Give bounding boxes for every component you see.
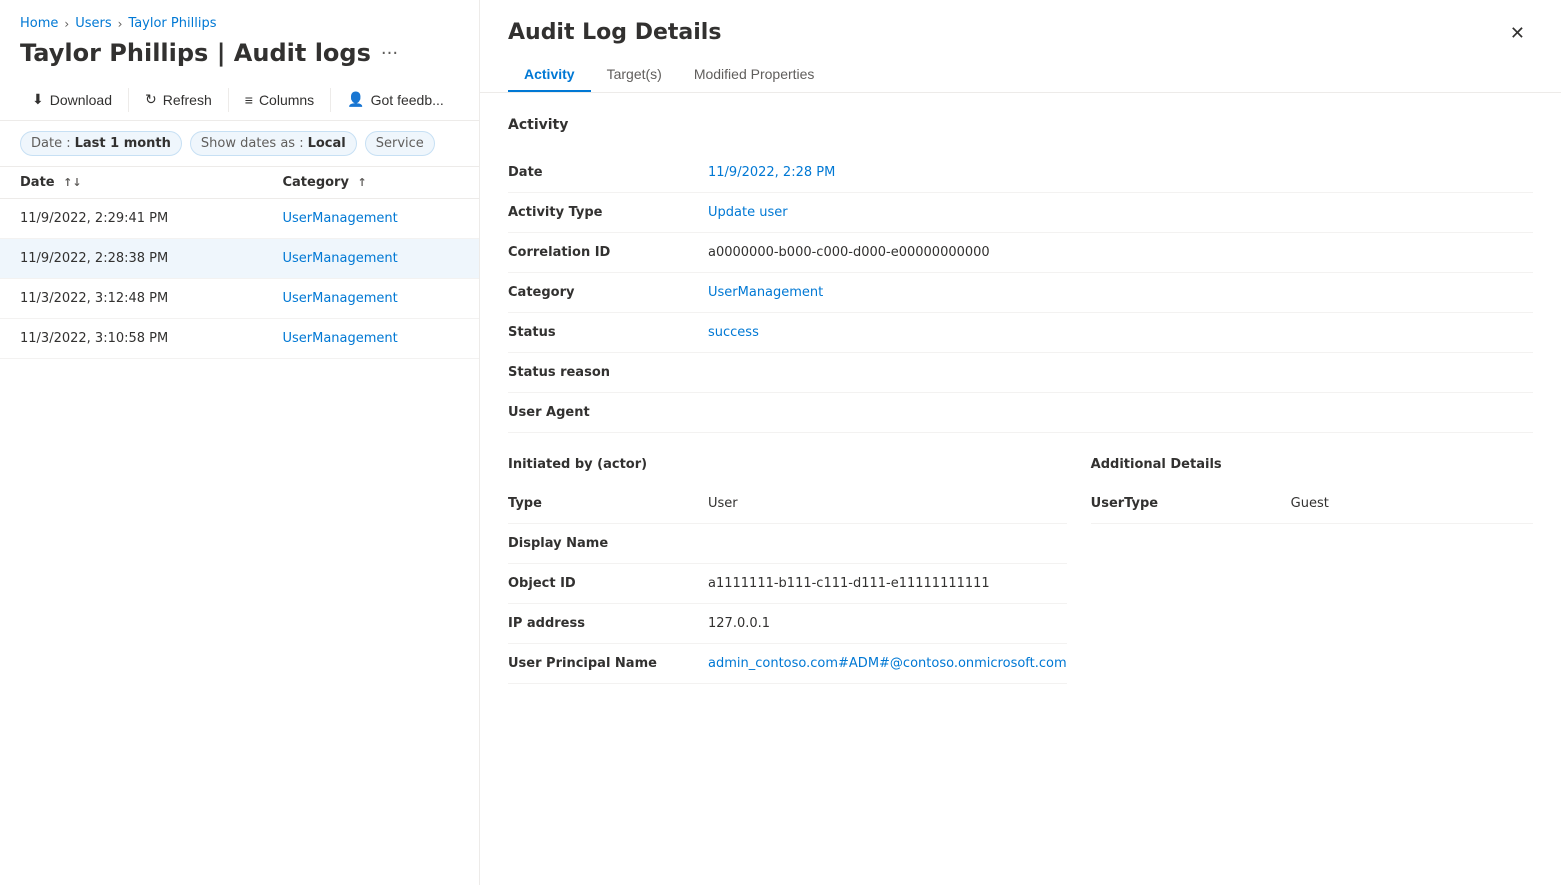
detail-label-user-agent: User Agent	[508, 393, 708, 433]
toolbar-separator-2	[228, 88, 229, 112]
page-more-options[interactable]: ···	[381, 43, 398, 64]
actor-value-upn: admin_contoso.com#ADM#@contoso.onmicroso…	[708, 644, 1067, 684]
date-filter-value: Last 1 month	[75, 136, 171, 151]
activity-detail-grid: Date 11/9/2022, 2:28 PM Activity Type Up…	[508, 153, 1533, 433]
additional-value-usertype: Guest	[1291, 484, 1533, 524]
actor-value-type: User	[708, 484, 1067, 524]
col-date[interactable]: Date ↑↓	[0, 167, 262, 199]
breadcrumb-home[interactable]: Home	[20, 16, 58, 31]
right-panel: Audit Log Details ✕ Activity Target(s) M…	[480, 0, 1561, 885]
service-label: Service	[376, 136, 424, 151]
cell-category: UserManagement	[262, 319, 479, 359]
col-category[interactable]: Category ↑	[262, 167, 479, 199]
download-button[interactable]: ⬇ Download	[20, 85, 124, 114]
detail-value-status: success	[708, 313, 1533, 353]
detail-value-correlation-id: a0000000-b000-c000-d000-e00000000000	[708, 233, 1533, 273]
actor-label-display-name: Display Name	[508, 524, 708, 564]
show-dates-label: Show dates as :	[201, 136, 304, 151]
breadcrumb-user[interactable]: Taylor Phillips	[128, 16, 216, 31]
table-container: Date ↑↓ Category ↑ 11/9/2022, 2:29:41 PM…	[0, 167, 479, 885]
detail-value-status-reason	[708, 353, 1533, 393]
initiated-by-title: Initiated by (actor)	[508, 457, 1067, 472]
close-button[interactable]: ✕	[1502, 20, 1533, 46]
date-filter[interactable]: Date : Last 1 month	[20, 131, 182, 156]
sort-category-icon: ↑	[357, 176, 366, 189]
cell-category: UserManagement	[262, 239, 479, 279]
toolbar: ⬇ Download ↻ Refresh ≡ Columns 👤 Got fee…	[0, 79, 479, 121]
left-panel: Home › Users › Taylor Phillips Taylor Ph…	[0, 0, 480, 885]
tab-targets[interactable]: Target(s)	[591, 58, 678, 92]
actor-label-upn: User Principal Name	[508, 644, 708, 684]
actor-value-display-name	[708, 524, 1067, 564]
columns-button[interactable]: ≡ Columns	[233, 86, 326, 114]
actor-value-ip: 127.0.0.1	[708, 604, 1067, 644]
service-filter[interactable]: Service	[365, 131, 435, 156]
sort-date-icon: ↑↓	[63, 176, 81, 189]
date-filter-label: Date :	[31, 136, 71, 151]
actor-value-object-id: a1111111-b111-c111-d111-e11111111111	[708, 564, 1067, 604]
show-dates-filter[interactable]: Show dates as : Local	[190, 131, 357, 156]
feedback-icon: 👤	[347, 91, 364, 108]
tab-modified-properties[interactable]: Modified Properties	[678, 58, 831, 92]
panel-content: Activity Date 11/9/2022, 2:28 PM Activit…	[480, 93, 1561, 885]
additional-detail-grid: UserType Guest	[1091, 484, 1533, 524]
detail-label-date: Date	[508, 153, 708, 193]
detail-label-activity-type: Activity Type	[508, 193, 708, 233]
panel-tabs: Activity Target(s) Modified Properties	[480, 46, 1561, 93]
breadcrumb-sep-1: ›	[64, 17, 69, 31]
cell-category: UserManagement	[262, 279, 479, 319]
filters-bar: Date : Last 1 month Show dates as : Loca…	[0, 121, 479, 167]
detail-label-status-reason: Status reason	[508, 353, 708, 393]
download-icon: ⬇	[32, 91, 44, 108]
page-title-container: Taylor Phillips | Audit logs ···	[0, 35, 479, 79]
initiated-by-section: Initiated by (actor) Type User Display N…	[508, 457, 1067, 684]
toolbar-separator-3	[330, 88, 331, 112]
panel-title: Audit Log Details	[508, 20, 721, 45]
cell-category: UserManagement	[262, 199, 479, 239]
actor-label-type: Type	[508, 484, 708, 524]
detail-label-correlation-id: Correlation ID	[508, 233, 708, 273]
table-row[interactable]: 11/9/2022, 2:29:41 PM UserManagement	[0, 199, 479, 239]
actor-label-ip: IP address	[508, 604, 708, 644]
additional-details-section: Additional Details UserType Guest	[1091, 457, 1533, 684]
cell-date: 11/9/2022, 2:28:38 PM	[0, 239, 262, 279]
show-dates-value: Local	[308, 136, 346, 151]
additional-details-title: Additional Details	[1091, 457, 1533, 472]
columns-icon: ≡	[245, 92, 253, 108]
breadcrumb-sep-2: ›	[118, 17, 123, 31]
table-row[interactable]: 11/3/2022, 3:12:48 PM UserManagement	[0, 279, 479, 319]
detail-label-category: Category	[508, 273, 708, 313]
cell-date: 11/3/2022, 3:10:58 PM	[0, 319, 262, 359]
activity-section-title: Activity	[508, 117, 1533, 137]
two-col-section: Initiated by (actor) Type User Display N…	[508, 457, 1533, 684]
detail-value-user-agent	[708, 393, 1533, 433]
detail-value-activity-type: Update user	[708, 193, 1533, 233]
panel-header: Audit Log Details ✕	[480, 0, 1561, 46]
actor-detail-grid: Type User Display Name Object ID a111111…	[508, 484, 1067, 684]
detail-label-status: Status	[508, 313, 708, 353]
page-title: Taylor Phillips | Audit logs	[20, 39, 371, 67]
toolbar-separator-1	[128, 88, 129, 112]
feedback-button[interactable]: 👤 Got feedb...	[335, 85, 456, 114]
audit-table: Date ↑↓ Category ↑ 11/9/2022, 2:29:41 PM…	[0, 167, 479, 359]
refresh-button[interactable]: ↻ Refresh	[133, 85, 224, 114]
detail-value-category: UserManagement	[708, 273, 1533, 313]
tab-activity[interactable]: Activity	[508, 58, 591, 92]
detail-value-date: 11/9/2022, 2:28 PM	[708, 153, 1533, 193]
breadcrumb: Home › Users › Taylor Phillips	[0, 0, 479, 35]
table-row[interactable]: 11/3/2022, 3:10:58 PM UserManagement	[0, 319, 479, 359]
refresh-icon: ↻	[145, 91, 157, 108]
table-row[interactable]: 11/9/2022, 2:28:38 PM UserManagement	[0, 239, 479, 279]
cell-date: 11/3/2022, 3:12:48 PM	[0, 279, 262, 319]
cell-date: 11/9/2022, 2:29:41 PM	[0, 199, 262, 239]
additional-label-usertype: UserType	[1091, 484, 1291, 524]
actor-label-object-id: Object ID	[508, 564, 708, 604]
breadcrumb-users[interactable]: Users	[75, 16, 111, 31]
